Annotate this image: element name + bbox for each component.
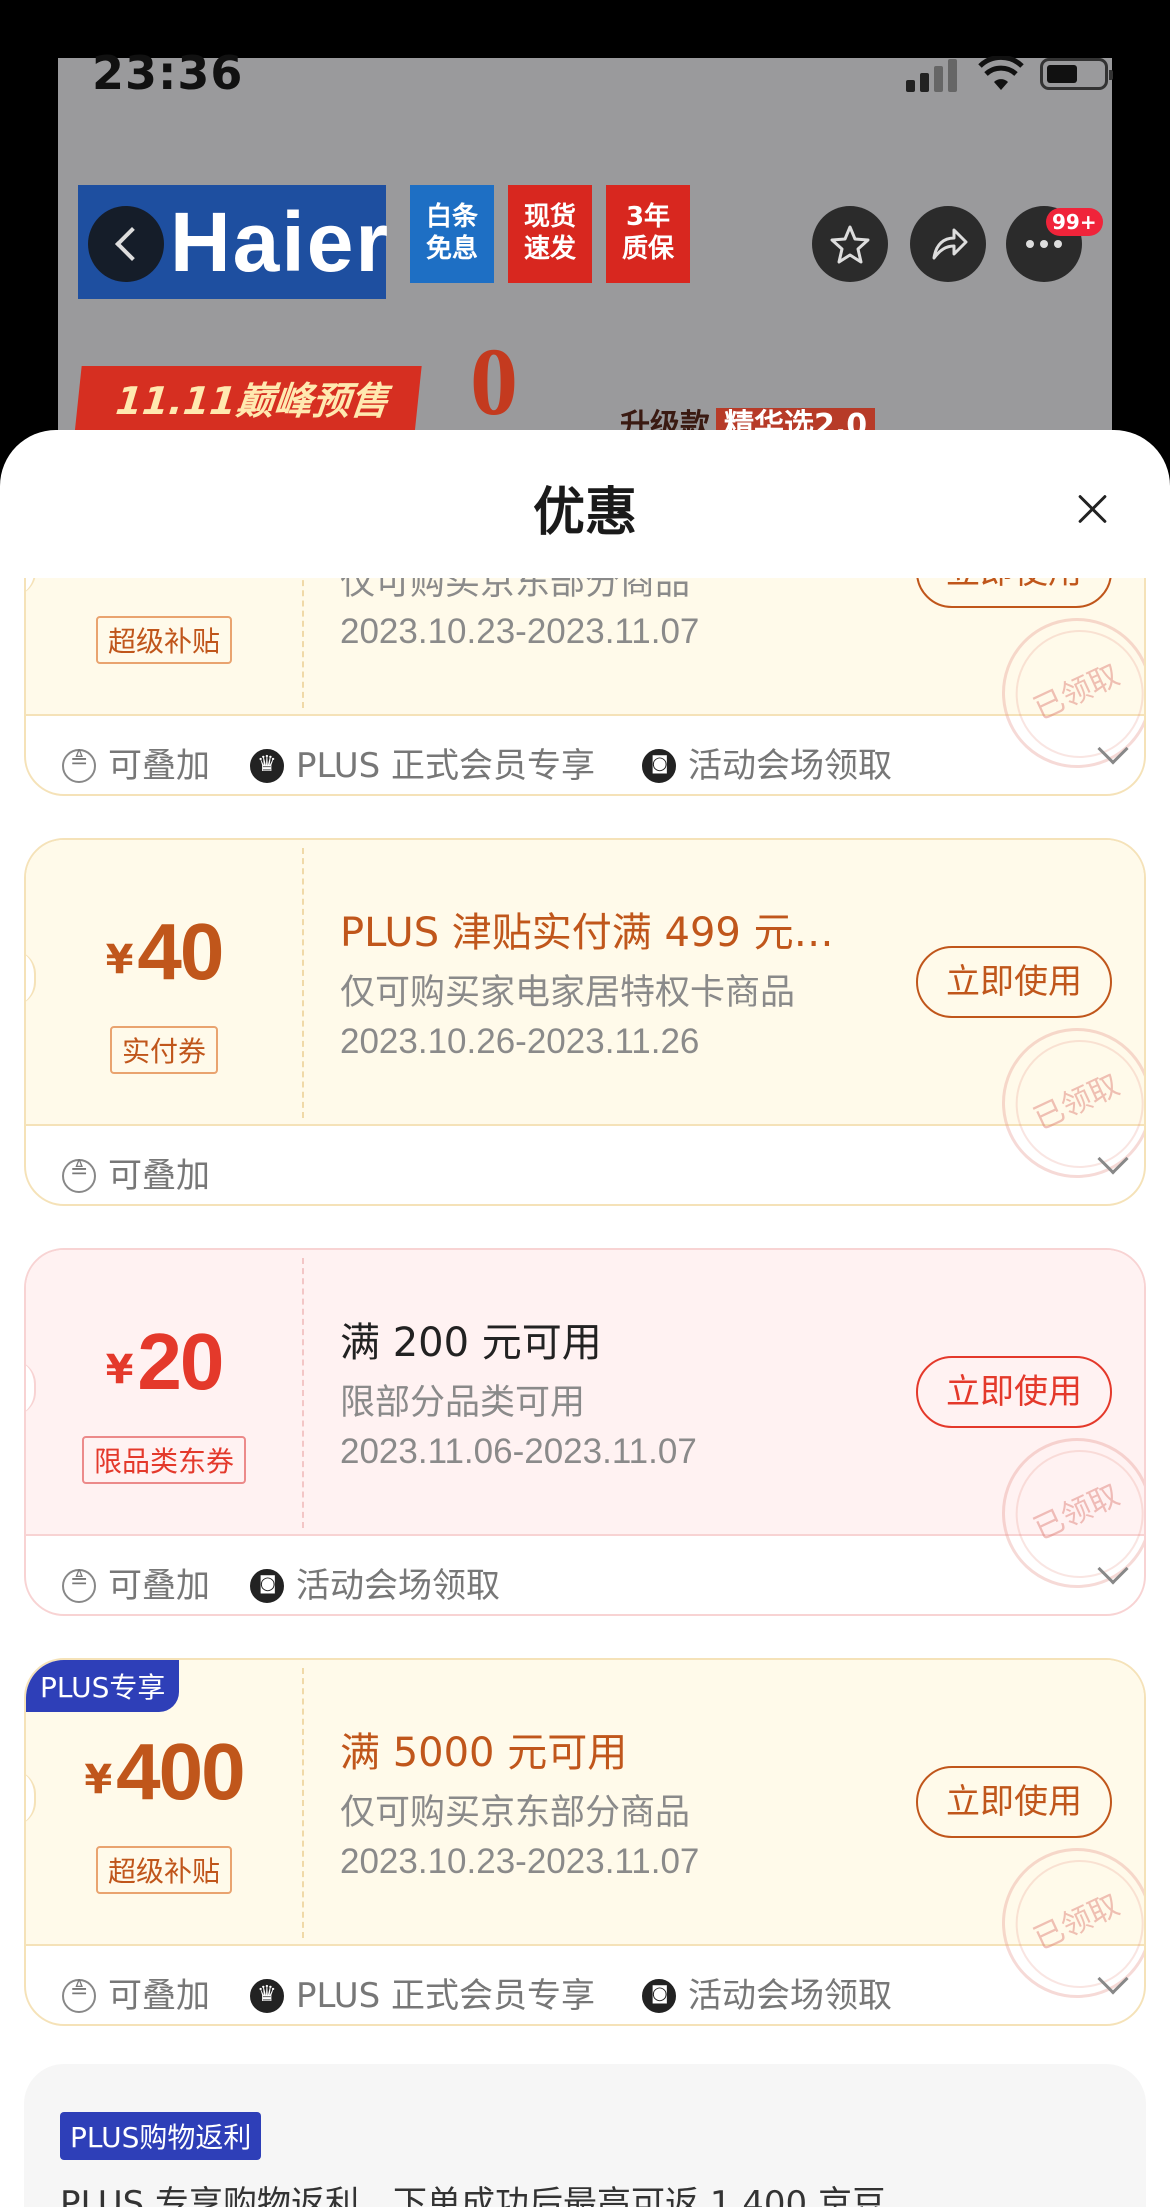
use-now-button[interactable]: 立即使用 <box>916 578 1112 608</box>
coupon-footer[interactable]: 可叠加 <box>26 1126 1144 1204</box>
coupon-divider <box>302 1668 304 1938</box>
coupon-body: ¥20 限品类东券满 200 元可用 限部分品类可用 2023.11.06-2023.… <box>26 1250 1144 1613</box>
coupon-body: PLUS专享 ¥400 超级补贴满 5000 元可用 仅可购买京东部分商品 2023.1… <box>26 1660 1144 2023</box>
use-now-button[interactable]: 立即使用 <box>916 1356 1112 1428</box>
coupon-type-area: 实付券 <box>26 840 302 1126</box>
tag-venue-claim: 活动会场领取 <box>642 1968 892 2017</box>
tag-label: 可叠加 <box>108 1566 210 1606</box>
coupon-body: ¥40 实付券 PLUS 津贴实付满 499 元… 仅可购买家电家居特权卡商品 2023… <box>26 840 1144 1203</box>
plus-member-icon <box>250 749 284 783</box>
coupon-scope: 限部分品类可用 <box>340 1383 586 1423</box>
coupon-scope: 仅可购买京东部分商品 <box>340 1793 691 1833</box>
stackable-icon <box>62 749 96 783</box>
close-button[interactable] <box>1070 486 1116 532</box>
promo-tag-fast-ship: 现货 速发 <box>508 185 592 283</box>
coupon-list[interactable]: ¥120超级补贴仅可购买京东部分商品2023.10.23-2023.11.07已… <box>0 578 1170 2207</box>
coupon-scope: 仅可购买京东部分商品 <box>340 578 691 603</box>
tag-stackable: 可叠加 <box>62 1558 210 1607</box>
banner-zero: 0 <box>470 328 518 435</box>
coupon-type-badge: 超级补贴 <box>95 616 233 664</box>
coupon-sheet: 优惠 ¥120超级补贴仅可购买京东部分商品2023.10.23-2023.11.… <box>0 430 1170 2207</box>
coupon-dates: 2023.10.23-2023.11.07 <box>340 612 700 651</box>
rebate-text: PLUS 专享购物返利，下单成功后最高可返 1,400 京豆 <box>60 2184 886 2207</box>
sheet-title: 优惠 <box>532 483 637 543</box>
coupon-dates: 2023.10.26-2023.11.26 <box>340 1022 700 1061</box>
tag-stackable: 可叠加 <box>62 1148 210 1197</box>
tag-label: PLUS 正式会员专享 <box>296 746 596 786</box>
tag-label: 活动会场领取 <box>688 746 892 786</box>
share-button[interactable] <box>910 206 986 282</box>
star-icon <box>830 225 870 264</box>
back-button[interactable] <box>88 206 164 282</box>
coupon-footer[interactable]: 可叠加 PLUS 正式会员专享 活动会场领取 <box>26 716 1144 794</box>
tag-label: 可叠加 <box>108 1976 210 2016</box>
coupon-footer[interactable]: 可叠加 活动会场领取 <box>26 1536 1144 1614</box>
coupon-type-badge: 限品类东券 <box>81 1436 247 1484</box>
coupon-dates: 2023.10.23-2023.11.07 <box>340 1842 700 1881</box>
coupon-card: ¥40 实付券 PLUS 津贴实付满 499 元… 仅可购买家电家居特权卡商品 2023… <box>24 838 1146 1206</box>
coupon-type-area: 超级补贴 <box>26 1660 302 1946</box>
wifi-icon <box>978 56 1024 90</box>
coupon-type-area: 超级补贴 <box>26 578 302 716</box>
plus-member-icon <box>250 1979 284 2013</box>
tag-label: 可叠加 <box>108 1156 210 1196</box>
coupon-body: ¥120超级补贴仅可购买京东部分商品2023.10.23-2023.11.07已… <box>26 578 1144 793</box>
coupon-title: 满 200 元可用 <box>340 1320 602 1366</box>
tag-stackable: 可叠加 <box>62 1968 210 2017</box>
promo-tag-warranty: 3年 质保 <box>606 185 690 283</box>
tag-venue-claim: 活动会场领取 <box>642 738 892 787</box>
tag-label: 可叠加 <box>108 746 210 786</box>
coupon-divider <box>302 848 304 1118</box>
coupon-divider <box>302 1258 304 1528</box>
chevron-down-icon[interactable] <box>1097 1553 1129 1585</box>
venue-claim-icon <box>642 749 676 783</box>
sale-banner: 11.11巅峰预售 <box>74 366 422 436</box>
venue-claim-icon <box>642 1979 676 2013</box>
chevron-down-icon[interactable] <box>1097 1963 1129 1995</box>
coupon-title: PLUS 津贴实付满 499 元… <box>340 910 834 956</box>
coupon-title: 满 5000 元可用 <box>340 1730 628 1776</box>
status-time: 23:36 <box>92 46 244 100</box>
tag-plus-member: PLUS 正式会员专享 <box>250 1968 595 2017</box>
notification-badge: 99+ <box>1046 208 1103 236</box>
venue-claim-icon <box>250 1569 284 1603</box>
share-icon <box>932 228 968 260</box>
rebate-badge: PLUS购物返利 <box>60 2112 262 2160</box>
coupon-footer[interactable]: 可叠加 PLUS 正式会员专享 活动会场领取 <box>26 1946 1144 2024</box>
tag-venue-claim: 活动会场领取 <box>250 1558 500 1607</box>
tag-plus-member: PLUS 正式会员专享 <box>250 738 595 787</box>
coupon-type-badge: 实付券 <box>109 1026 219 1074</box>
stackable-icon <box>62 1979 96 2013</box>
stackable-icon <box>62 1159 96 1193</box>
coupon-dates: 2023.11.06-2023.11.07 <box>340 1432 697 1471</box>
battery-icon <box>1040 58 1113 90</box>
promo-tag-interest-free: 白条 免息 <box>410 185 494 283</box>
use-now-button[interactable]: 立即使用 <box>916 1766 1112 1838</box>
coupon-scope: 仅可购买家电家居特权卡商品 <box>340 973 796 1013</box>
coupon-type-badge: 超级补贴 <box>95 1846 233 1894</box>
chevron-down-icon[interactable] <box>1097 733 1129 765</box>
coupon-card: ¥20 限品类东券满 200 元可用 限部分品类可用 2023.11.06-2023.… <box>24 1248 1146 1616</box>
coupon-card: PLUS专享 ¥400 超级补贴满 5000 元可用 仅可购买京东部分商品 2023.1… <box>24 1658 1146 2026</box>
coupon-type-area: 限品类东券 <box>26 1250 302 1536</box>
favorite-button[interactable] <box>812 206 888 282</box>
coupon-divider <box>302 578 304 708</box>
cellular-signal-icon <box>906 58 960 92</box>
tag-stackable: 可叠加 <box>62 738 210 787</box>
tag-label: 活动会场领取 <box>296 1566 500 1606</box>
use-now-button[interactable]: 立即使用 <box>916 946 1112 1018</box>
rebate-section: PLUS购物返利 PLUS 专享购物返利，下单成功后最高可返 1,400 京豆 <box>24 2064 1146 2207</box>
tag-label: PLUS 正式会员专享 <box>296 1976 596 2016</box>
tag-label: 活动会场领取 <box>688 1976 892 2016</box>
stackable-icon <box>62 1569 96 1603</box>
coupon-card: ¥120超级补贴仅可购买京东部分商品2023.10.23-2023.11.07已… <box>24 578 1146 796</box>
chevron-down-icon[interactable] <box>1097 1143 1129 1175</box>
